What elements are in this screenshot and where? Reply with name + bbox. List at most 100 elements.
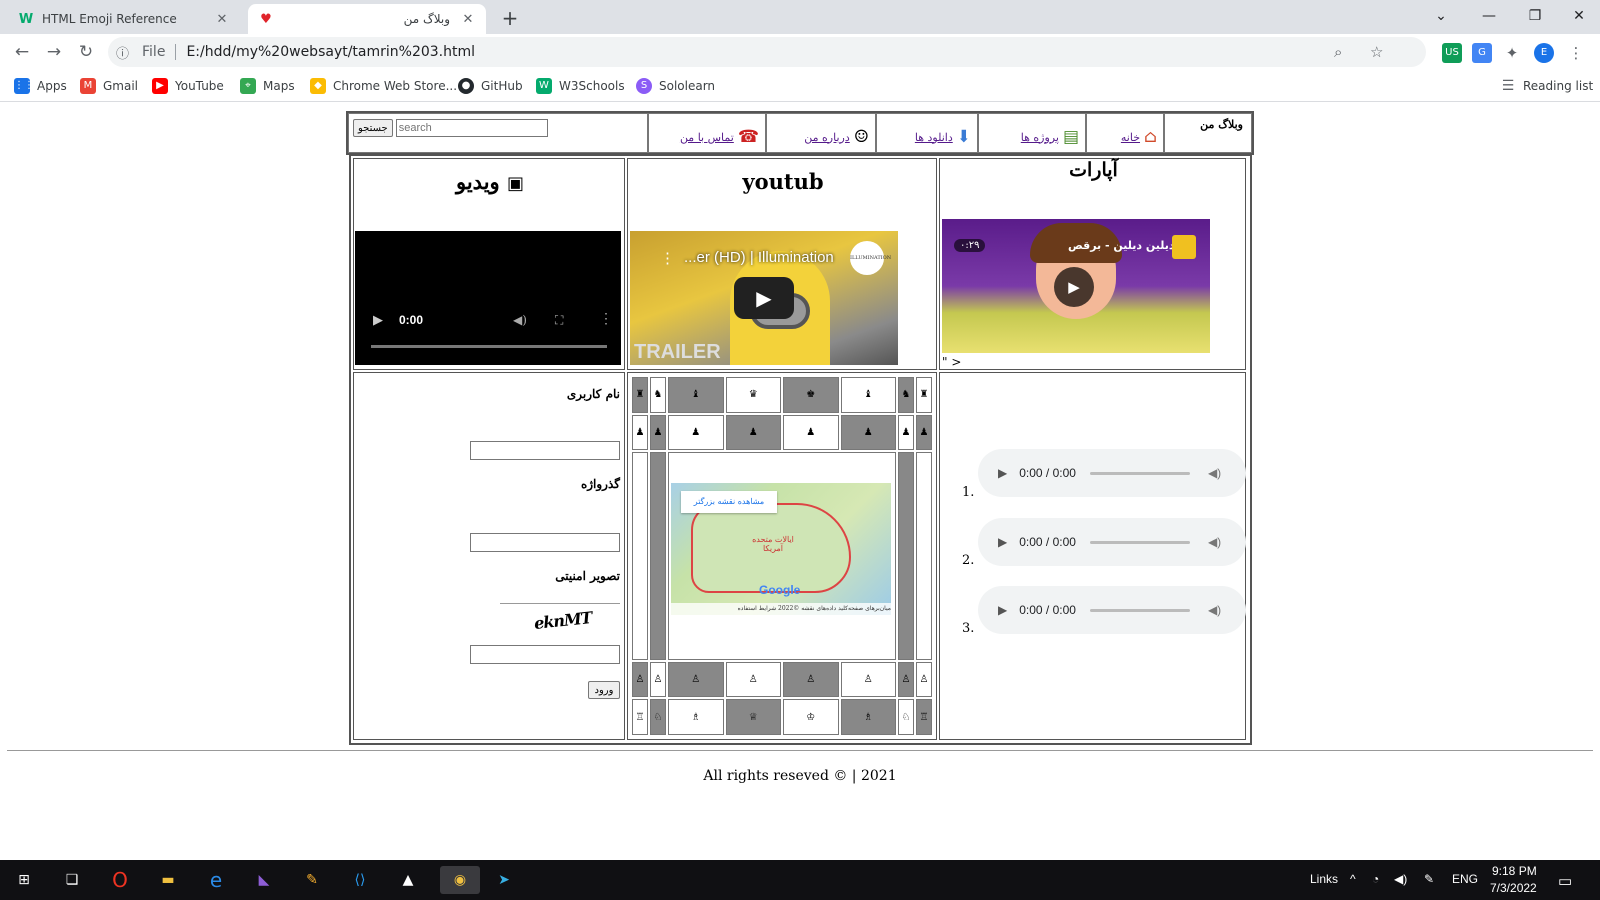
translate-icon[interactable]: G (1472, 43, 1492, 63)
tab-emoji-reference[interactable]: W HTML Emoji Reference ✕ (8, 4, 240, 34)
map-attribution[interactable]: میان‌برهای صفحه‌کلید داده‌های نقشه ©2022… (671, 603, 891, 616)
chess-square[interactable] (916, 452, 932, 660)
clock-date[interactable]: 7/3/2022 (1490, 881, 1537, 895)
chess-square[interactable]: ♟ (783, 414, 839, 451)
reading-list[interactable]: ☰ Reading list (1500, 76, 1593, 96)
menu-kebab-icon[interactable]: ⋮ (1566, 43, 1586, 63)
nav-item-home[interactable]: خانه ⌂ (1086, 113, 1164, 153)
restore-button[interactable]: ❐ (1512, 0, 1558, 32)
aparat-embed[interactable]: دیلین دیلین - برقص ۰:۲۹ ▶ (942, 219, 1210, 353)
chess-square[interactable]: ♘ (898, 699, 914, 735)
volume-icon[interactable]: ◀) (513, 313, 527, 327)
chess-square[interactable]: ♜ (916, 377, 932, 413)
chess-square[interactable] (632, 452, 648, 660)
chess-square[interactable]: ♔ (783, 699, 839, 735)
chess-square[interactable]: ♙ (650, 661, 666, 698)
aparat-play-button[interactable]: ▶ (1054, 267, 1094, 307)
chess-square[interactable]: ♟ (650, 414, 666, 451)
address-url[interactable]: E:/hdd/my%20websayt/tamrin%203.html (186, 44, 475, 60)
chess-square[interactable]: ♙ (668, 661, 724, 698)
username-field[interactable] (470, 441, 620, 460)
audio-progress[interactable] (1089, 471, 1190, 475)
visual-studio-icon[interactable]: ◣ (250, 866, 278, 894)
edge-icon[interactable]: e (202, 866, 230, 894)
bookmark-w3schools[interactable]: W W3Schools (536, 76, 625, 96)
chess-square[interactable]: ♞ (650, 377, 666, 413)
chess-square[interactable]: ♙ (632, 661, 648, 698)
chess-square[interactable]: ♙ (898, 661, 914, 698)
paint-icon[interactable]: ✎ (298, 866, 326, 894)
video-player[interactable]: ▶ 0:00 ◀) ⛶ ⋮ (355, 231, 621, 365)
vscode-icon[interactable]: ⟨⟩ (346, 866, 374, 894)
bookmark-webstore[interactable]: ◆ Chrome Web Store... (310, 76, 457, 96)
nav-item-contact[interactable]: تماس با من ☎ (648, 113, 766, 153)
search-button[interactable]: جستجو (353, 119, 393, 137)
fullscreen-icon[interactable]: ⛶ (555, 313, 563, 328)
chess-square[interactable]: ♕ (725, 699, 781, 735)
chess-square[interactable]: ♙ (783, 661, 839, 698)
volume-icon[interactable]: ◀) (1208, 535, 1221, 549)
minimize-button[interactable]: — (1466, 0, 1512, 32)
nav-item-about[interactable]: درباره من ☺ (766, 113, 876, 153)
bookmark-star-icon[interactable]: ☆ (1370, 43, 1383, 61)
info-icon[interactable]: ⓘ (116, 43, 136, 62)
bookmark-gmail[interactable]: M Gmail (80, 76, 138, 96)
photos-icon[interactable]: ▲ (394, 866, 422, 894)
bookmark-sololearn[interactable]: S Sololearn (636, 76, 715, 96)
bookmark-maps[interactable]: ⌖ Maps (240, 76, 295, 96)
tray-arrow-icon[interactable]: ^ (1350, 872, 1356, 886)
nav-downloads-link[interactable]: دانلود ها (915, 131, 953, 144)
zoom-icon[interactable]: ⌕ (1334, 43, 1342, 61)
volume-icon[interactable]: ◀) (1208, 603, 1221, 617)
chess-square[interactable]: ♝ (840, 377, 896, 413)
more-icon[interactable]: ⋮ (599, 311, 613, 327)
task-view-icon[interactable]: ❏ (58, 866, 86, 894)
close-tab-icon[interactable]: ✕ (214, 12, 230, 27)
puzzle-icon[interactable]: ✦ (1502, 43, 1522, 63)
youtube-more-icon[interactable]: ⋮ (660, 249, 675, 267)
new-tab-button[interactable]: + (498, 6, 522, 30)
video-progress[interactable] (371, 345, 607, 348)
chess-square[interactable] (650, 452, 666, 660)
extension-icon[interactable]: US (1442, 43, 1462, 63)
back-icon[interactable]: ← (10, 40, 34, 64)
chess-square[interactable]: ♗ (840, 699, 896, 735)
play-icon[interactable]: ▶ (373, 313, 383, 328)
telegram-icon[interactable]: ➤ (490, 866, 518, 894)
chess-square[interactable]: ♘ (650, 699, 666, 735)
links-toolbar[interactable]: Links (1310, 872, 1338, 886)
view-larger-map[interactable]: مشاهده نقشه بزرگتر (681, 491, 777, 514)
profile-avatar[interactable]: E (1534, 43, 1554, 63)
nav-about-link[interactable]: درباره من (804, 131, 849, 144)
chess-square[interactable]: ♖ (632, 699, 648, 735)
nav-item-projects[interactable]: پروژه ها ▤ (978, 113, 1086, 153)
chess-square[interactable]: ♝ (668, 377, 724, 413)
chess-square[interactable]: ♗ (668, 699, 724, 735)
youtube-play-button[interactable]: ▶ (734, 277, 794, 319)
tab-my-blog[interactable]: ♥ وبلاگ من ✕ (248, 4, 486, 34)
chess-square[interactable]: ♟ (840, 414, 896, 451)
play-icon[interactable]: ▶ (998, 535, 1007, 549)
play-icon[interactable]: ▶ (998, 466, 1007, 480)
nav-item-downloads[interactable]: دانلود ها ⬇ (876, 113, 978, 153)
nav-home-link[interactable]: خانه (1121, 131, 1140, 144)
chess-square[interactable]: ♛ (725, 377, 781, 413)
forward-icon[interactable]: → (42, 40, 66, 64)
chrome-icon[interactable]: ◉ (440, 866, 480, 894)
bookmark-apps[interactable]: ⋮⋮ Apps (14, 76, 67, 96)
youtube-embed[interactable]: ...er (HD) | Illumination ⋮ ILLUMINATION… (630, 231, 898, 365)
chess-square[interactable]: ♟ (725, 414, 781, 451)
password-field[interactable] (470, 533, 620, 552)
chess-square[interactable]: ♟ (668, 414, 724, 451)
chess-square[interactable]: ♙ (840, 661, 896, 698)
chess-square[interactable] (898, 452, 914, 660)
bookmark-github[interactable]: ● GitHub (458, 76, 523, 96)
audio-progress[interactable] (1089, 540, 1190, 544)
opera-icon[interactable]: O (106, 866, 134, 894)
login-button[interactable]: ورود (588, 681, 620, 699)
audio-player[interactable]: ▶ 0:00 / 0:00 ◀) (978, 518, 1246, 566)
play-icon[interactable]: ▶ (998, 603, 1007, 617)
clock-time[interactable]: 9:18 PM (1492, 864, 1537, 878)
audio-player[interactable]: ▶ 0:00 / 0:00 ◀) (978, 449, 1246, 497)
language-indicator[interactable]: ENG (1452, 872, 1478, 886)
